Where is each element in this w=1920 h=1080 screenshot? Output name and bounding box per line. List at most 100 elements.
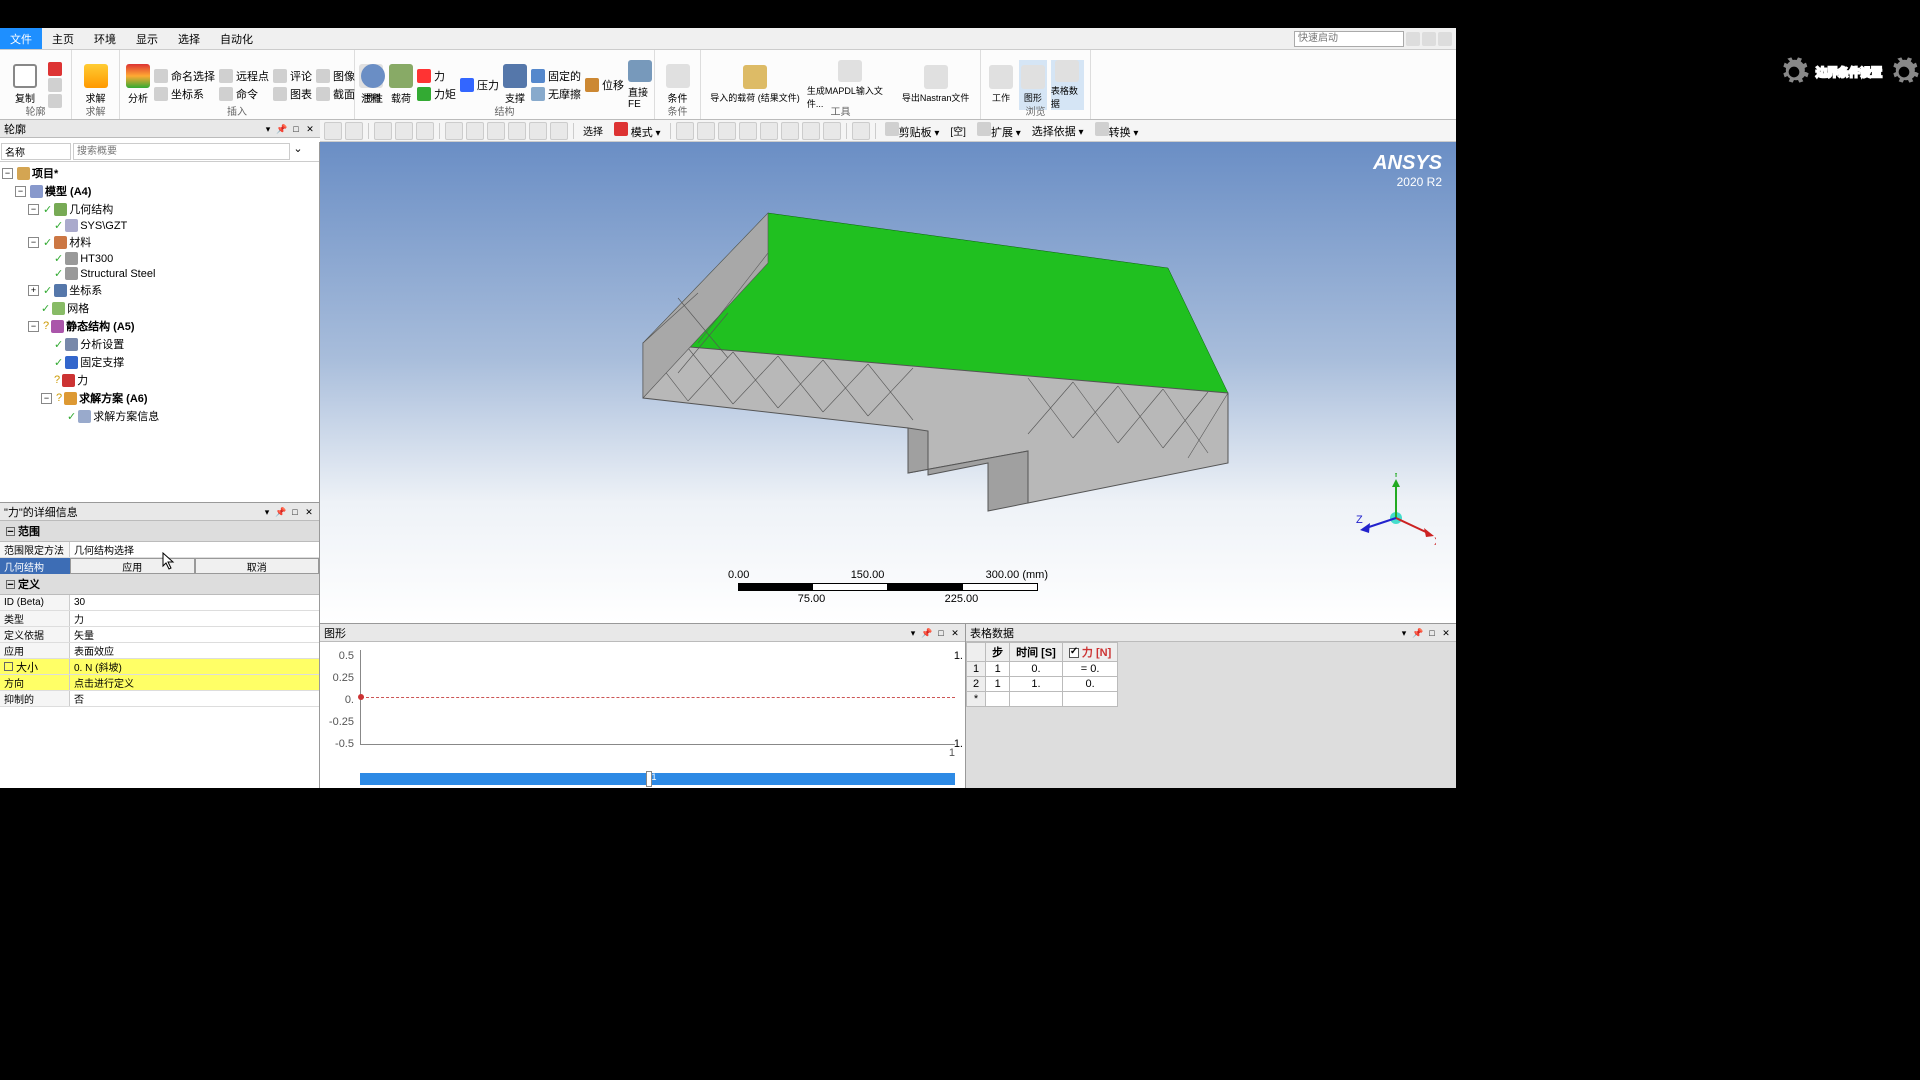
data-pin-icon[interactable]: 📌 (1412, 627, 1424, 639)
definition-header[interactable]: −定义 (0, 574, 319, 595)
edge-filter-icon[interactable] (697, 122, 715, 140)
menu-home[interactable]: 主页 (42, 28, 84, 49)
graph-close-icon[interactable]: ✕ (949, 627, 961, 639)
tree-settings[interactable]: 分析设置 (80, 336, 124, 352)
magnitude-value[interactable]: 0. N (斜坡) (70, 659, 319, 674)
menu-select[interactable]: 选择 (168, 28, 210, 49)
iso-icon[interactable] (374, 122, 392, 140)
outline-pin-icon[interactable]: 📌 (276, 123, 288, 135)
mesh-filter-icon[interactable] (823, 122, 841, 140)
id-value[interactable]: 30 (70, 595, 319, 610)
window-minimize-icon[interactable] (1438, 32, 1452, 46)
outline-max-icon[interactable]: □ (290, 123, 302, 135)
displacement-button[interactable]: 位移 (585, 77, 624, 93)
node-filter-icon[interactable] (760, 122, 778, 140)
face-filter-icon[interactable] (718, 122, 736, 140)
col-time[interactable]: 时间 [S] (1010, 643, 1063, 662)
details-close-icon[interactable]: ✕ (303, 506, 315, 518)
scope-header[interactable]: −范围 (0, 521, 319, 542)
tree-solinfo[interactable]: 求解方案信息 (93, 408, 159, 424)
details-pin-icon[interactable]: 📌 (275, 506, 287, 518)
tree-static[interactable]: 静态结构 (A5) (66, 318, 134, 334)
model-geometry[interactable] (528, 203, 1248, 543)
data-max-icon[interactable]: □ (1426, 627, 1438, 639)
frictionless-button[interactable]: 无摩擦 (531, 86, 581, 102)
image-button[interactable]: 图像 (316, 68, 355, 84)
tree-body[interactable]: SYS\GZT (80, 220, 127, 232)
graph-plot-area[interactable]: 0.50.250.-0.25-0.5 1 1.1. (320, 642, 965, 770)
col-step[interactable]: 步 (986, 643, 1010, 662)
convert-label[interactable]: 转换 ▾ (1091, 122, 1143, 140)
fixed-button[interactable]: 固定的 (531, 68, 581, 84)
col-force[interactable]: 力 [N] (1062, 643, 1117, 662)
cancel-button[interactable]: 取消 (195, 558, 320, 574)
zoom2-icon[interactable] (508, 122, 526, 140)
details-max-icon[interactable]: □ (289, 506, 301, 518)
tabular-data-table[interactable]: 步 时间 [S] 力 [N] 110.= 0. 211.0. * (966, 642, 1118, 707)
tree-geometry[interactable]: 几何结构 (69, 201, 113, 217)
tree-ht300[interactable]: HT300 (80, 253, 113, 265)
element-filter-icon[interactable] (781, 122, 799, 140)
outline-dropdown-icon[interactable]: ▾ (262, 123, 274, 135)
filter-clear-icon[interactable] (305, 142, 319, 161)
tree-fixed[interactable]: 固定支撑 (80, 354, 124, 370)
direct-fe-button[interactable]: 直接FE (628, 60, 652, 110)
copy-button[interactable]: 复制 (6, 60, 44, 110)
apply-button[interactable]: 应用 (70, 558, 195, 574)
tree-coord[interactable]: 坐标系 (69, 282, 102, 298)
menu-file[interactable]: 文件 (0, 28, 42, 49)
force-checkbox[interactable] (1069, 648, 1079, 658)
tree-materials[interactable]: 材料 (69, 234, 91, 250)
tree-model[interactable]: 模型 (A4) (45, 183, 91, 199)
tree-force[interactable]: 力 (77, 372, 88, 388)
time-slider[interactable]: 1 (360, 773, 955, 785)
tree-toggle-static[interactable]: − (28, 321, 39, 332)
filter-dropdown-icon[interactable]: ⌄ (291, 142, 305, 161)
import-load-button[interactable]: 导入的载荷 (结果文件) (707, 60, 803, 110)
outline-close-icon[interactable]: ✕ (304, 123, 316, 135)
tree-toggle-project[interactable]: − (2, 168, 13, 179)
named-selection-button[interactable]: 命名选择 (154, 68, 215, 84)
pan2-icon[interactable] (487, 122, 505, 140)
remote-point-button[interactable]: 远程点 (219, 68, 269, 84)
data-dropdown-icon[interactable]: ▾ (1398, 627, 1410, 639)
coord-filter-icon[interactable] (852, 122, 870, 140)
analyze-button[interactable]: 分析 (126, 60, 150, 110)
graph-button[interactable]: 图形 (1019, 60, 1047, 110)
solve-button[interactable]: 求解 (78, 60, 113, 110)
force-button[interactable]: 力 (417, 68, 456, 84)
tree-mesh[interactable]: 网格 (67, 300, 89, 316)
pan-icon[interactable] (416, 122, 434, 140)
delete-icon[interactable] (48, 62, 62, 76)
inertia-button[interactable]: 惯性 (361, 60, 385, 110)
3d-viewport[interactable]: ANSYS 2020 R2 (320, 142, 1456, 623)
section-button[interactable]: 截面 (316, 86, 355, 102)
tree-solution[interactable]: 求解方案 (A6) (79, 390, 147, 406)
menu-env[interactable]: 环境 (84, 28, 126, 49)
tree-project[interactable]: 项目* (32, 165, 58, 181)
outline-search-input[interactable] (73, 143, 290, 160)
tree-toggle-sol[interactable]: − (41, 393, 52, 404)
graph-dropdown-icon[interactable]: ▾ (907, 627, 919, 639)
tree-toggle-model[interactable]: − (15, 186, 26, 197)
menu-display[interactable]: 显示 (126, 28, 168, 49)
body-filter-icon[interactable] (739, 122, 757, 140)
vertex-filter-icon[interactable] (676, 122, 694, 140)
tree-toggle-mat[interactable]: − (28, 237, 39, 248)
suppressed-value[interactable]: 否 (70, 691, 319, 706)
elemface-filter-icon[interactable] (802, 122, 820, 140)
select-label[interactable]: 选择 (579, 123, 607, 138)
coord-sys-button[interactable]: 坐标系 (154, 86, 215, 102)
details-dropdown-icon[interactable]: ▾ (261, 506, 273, 518)
rotate-icon[interactable] (395, 122, 413, 140)
conditions-button[interactable]: 条件 (661, 60, 694, 110)
graph-max-icon[interactable]: □ (935, 627, 947, 639)
direction-value[interactable]: 点击进行定义 (70, 675, 319, 690)
data-close-icon[interactable]: ✕ (1440, 627, 1452, 639)
outline-filter-select[interactable]: 名称 (1, 143, 71, 160)
select-box-icon[interactable] (445, 122, 463, 140)
scope-method-value[interactable]: 几何结构选择 (70, 542, 319, 557)
select-by-label[interactable]: 选择依据 ▾ (1028, 123, 1088, 139)
applied-value[interactable]: 表面效应 (70, 643, 319, 658)
mapdl-button[interactable]: 生成MAPDL输入文件... (807, 60, 893, 110)
